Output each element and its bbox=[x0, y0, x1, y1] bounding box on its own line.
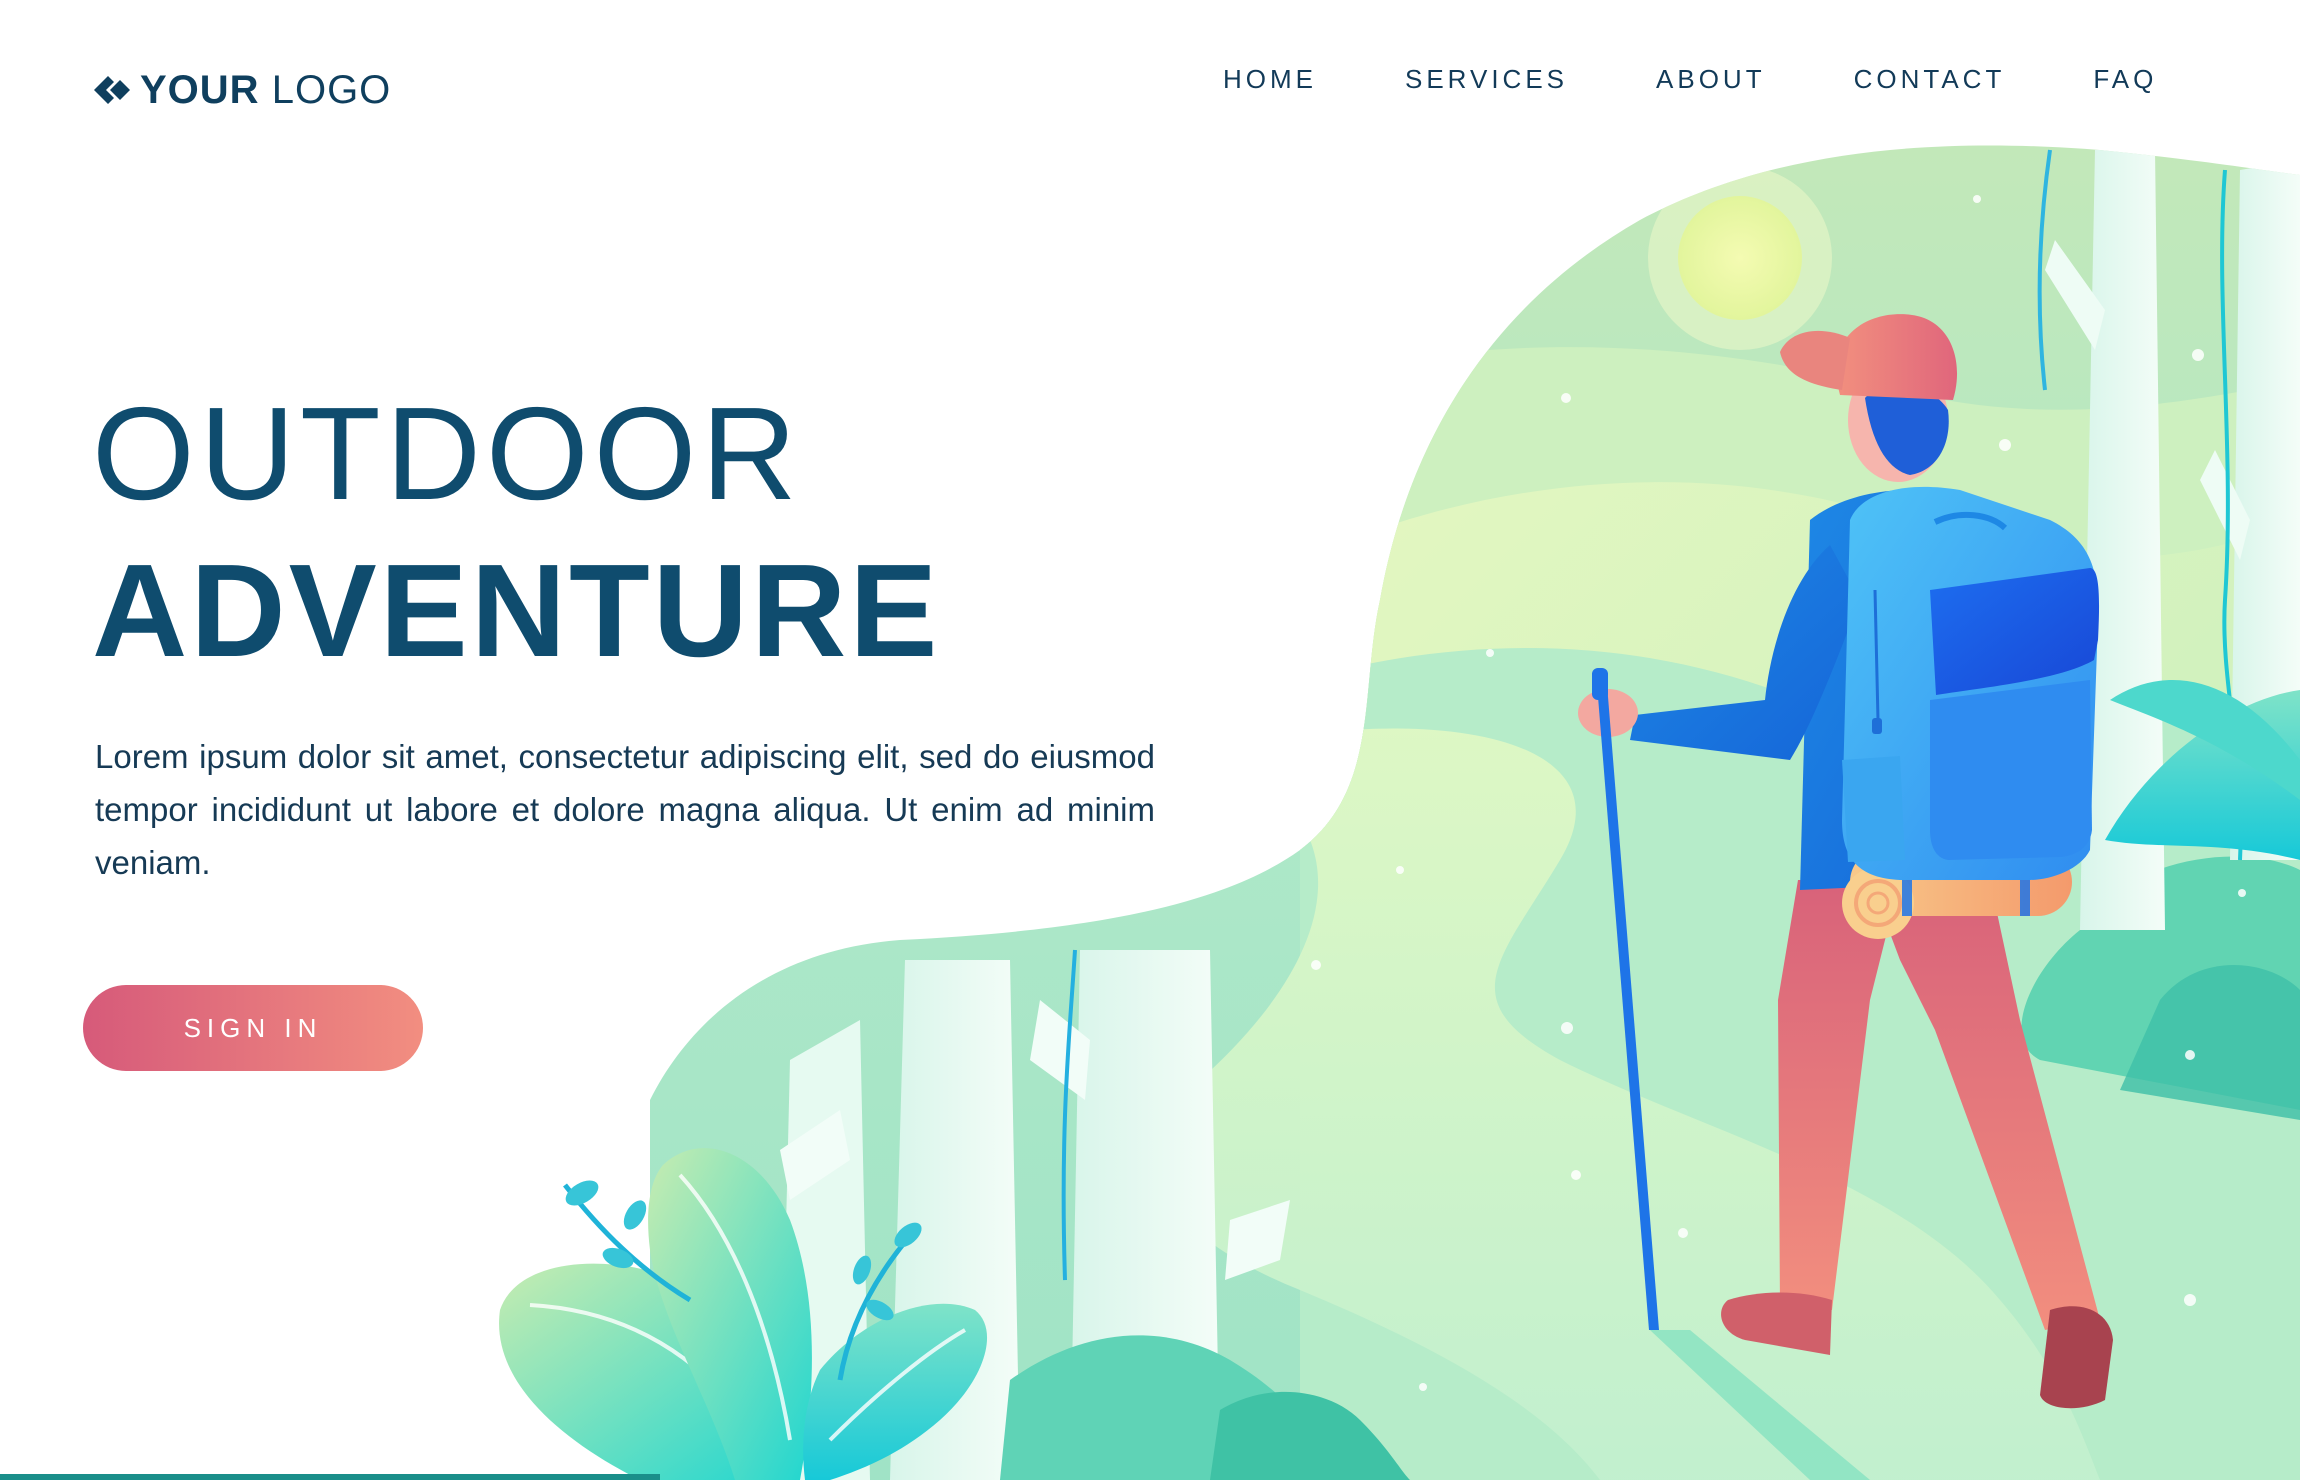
sign-in-button[interactable]: SIGN IN bbox=[83, 985, 423, 1071]
nav-faq[interactable]: FAQ bbox=[2093, 62, 2157, 96]
diamond-logo-icon bbox=[94, 76, 130, 104]
main-nav: HOME SERVICES ABOUT CONTACT FAQ bbox=[1223, 62, 2157, 96]
hero-title-line2: ADVENTURE bbox=[92, 537, 941, 684]
nav-services[interactable]: SERVICES bbox=[1405, 62, 1568, 96]
nav-home[interactable]: HOME bbox=[1223, 62, 1317, 96]
nav-about[interactable]: ABOUT bbox=[1656, 62, 1766, 96]
logo[interactable]: YOUR LOGO bbox=[92, 70, 391, 110]
nav-contact[interactable]: CONTACT bbox=[1854, 62, 2006, 96]
hero-description: Lorem ipsum dolor sit amet, consectetur … bbox=[95, 738, 1155, 881]
logo-text-strong: YOUR bbox=[140, 68, 260, 112]
logo-text-light: LOGO bbox=[271, 68, 392, 112]
logo-text: YOUR LOGO bbox=[140, 70, 391, 110]
hero-title-line1: OUTDOOR bbox=[92, 380, 802, 527]
